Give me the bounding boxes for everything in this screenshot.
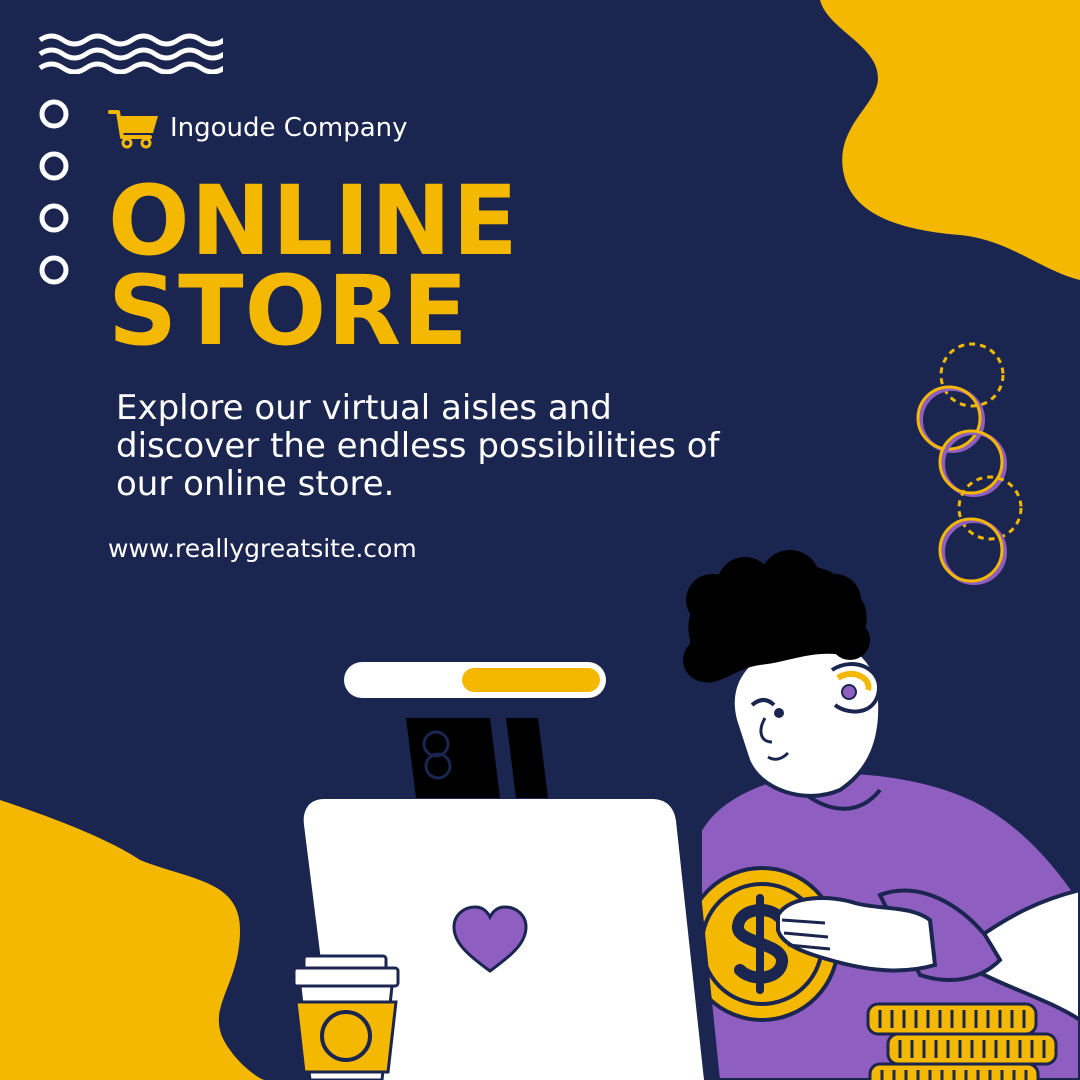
heart-icon: [452, 905, 528, 973]
hand-illustration: [776, 896, 938, 973]
coffee-cup-icon: [292, 954, 400, 1080]
promo-canvas: Ingoude Company ONLINE STORE Explore our…: [0, 0, 1080, 1080]
coin-stack-illustration: [866, 1002, 1058, 1080]
